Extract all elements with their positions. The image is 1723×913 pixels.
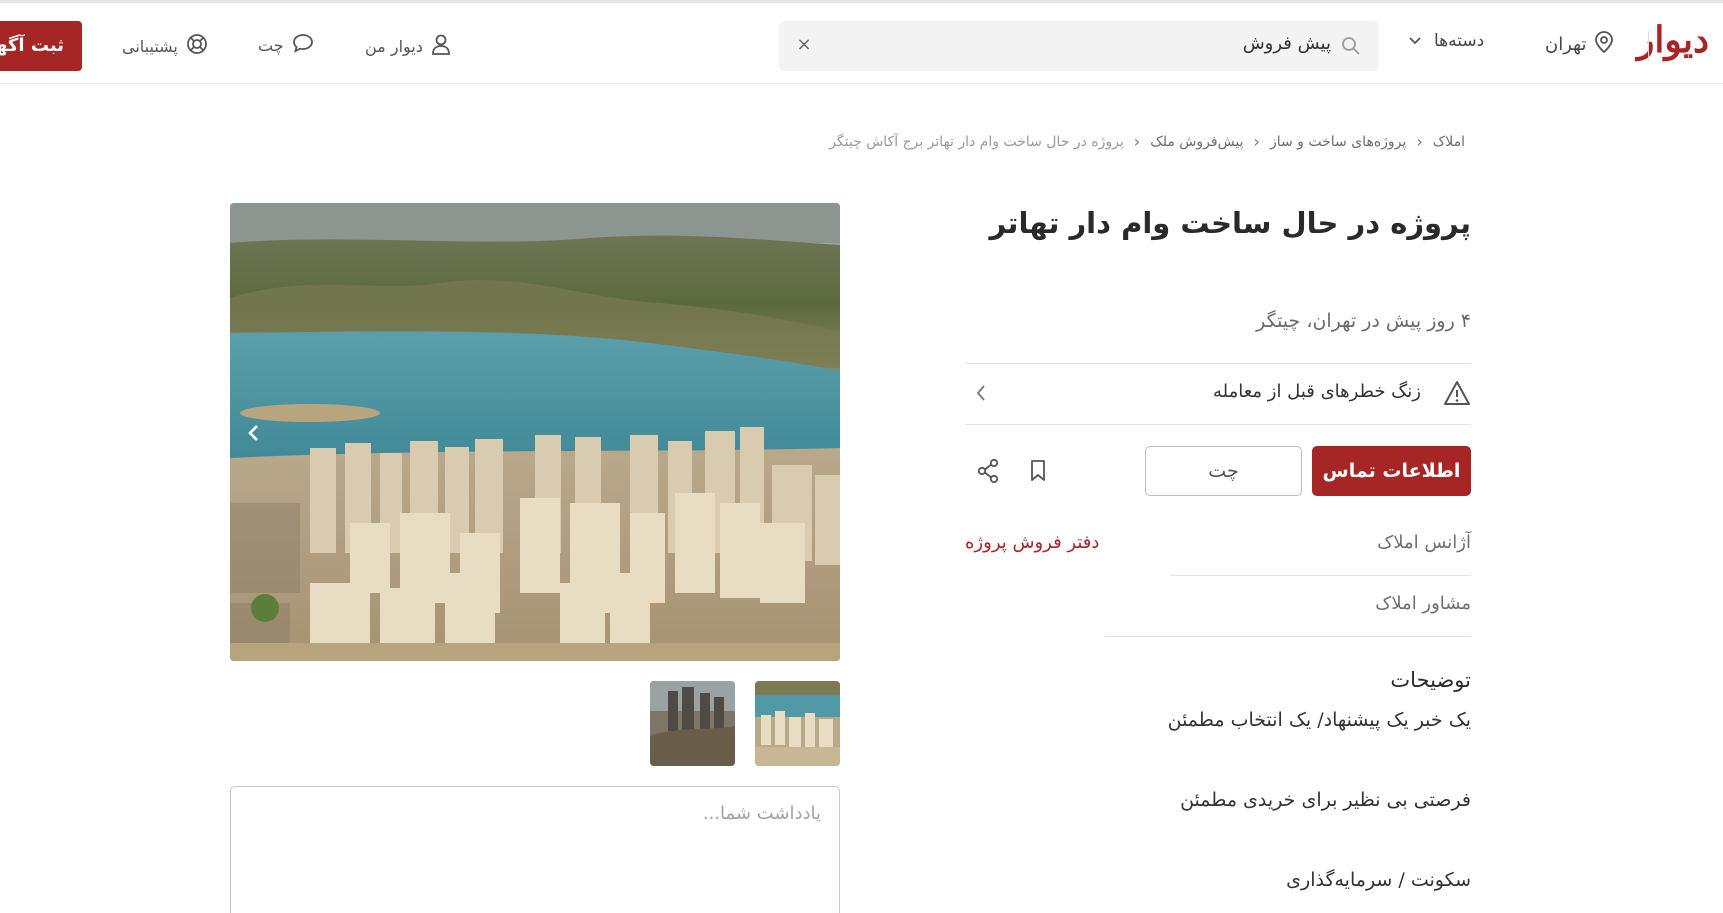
- note-textarea[interactable]: [231, 787, 839, 913]
- row-divider: [1105, 636, 1471, 637]
- clear-search-button[interactable]: ×: [791, 32, 817, 58]
- agency-label: آژانس املاک: [1377, 532, 1471, 553]
- my-divar-label: دیوار من: [365, 36, 423, 56]
- support-link[interactable]: پشتیبانی: [122, 33, 208, 59]
- chevron-left-icon: ‹: [1253, 132, 1260, 151]
- lifebuoy-icon: [186, 33, 208, 59]
- chat-button[interactable]: چت: [1145, 446, 1302, 496]
- header-divider: [1648, 31, 1649, 61]
- safety-warning-label: زنگ خطرهای قبل از معامله: [1212, 381, 1421, 402]
- chevron-down-icon: [1408, 31, 1422, 51]
- consultant-label: مشاور املاک: [1375, 593, 1471, 614]
- search-icon: [1341, 36, 1361, 60]
- consultant-row: مشاور املاک: [965, 577, 1471, 637]
- top-header: دیوار تهران دسته‌ها پیش فروش × دیوار من …: [0, 0, 1723, 84]
- chat-link[interactable]: چت: [258, 33, 314, 57]
- share-icon[interactable]: [976, 458, 1000, 488]
- chevron-left-icon: [975, 384, 987, 406]
- agency-row: آژانس املاک دفتر فروش پروژه: [965, 516, 1471, 576]
- city-label: تهران: [1545, 34, 1587, 55]
- categories-label: دسته‌ها: [1434, 31, 1485, 51]
- gallery-next-arrow[interactable]: [242, 418, 266, 448]
- description-title: توضیحات: [1390, 668, 1471, 692]
- my-divar-link[interactable]: دیوار من: [365, 33, 451, 59]
- row-divider: [1170, 575, 1471, 576]
- search-input[interactable]: پیش فروش: [1243, 33, 1331, 54]
- breadcrumb-item-real-estate[interactable]: املاک: [1433, 134, 1465, 150]
- safety-warning-row[interactable]: زنگ خطرهای قبل از معامله: [965, 363, 1471, 425]
- description-line: سکونت / سرمایه‌گذاری: [1286, 869, 1471, 891]
- chat-bubble-icon: [292, 33, 314, 57]
- breadcrumb-current: پروژه در حال ساخت وام دار تهاتر برج آکاش…: [829, 133, 1124, 150]
- listing-title: پروژه در حال ساخت وام دار تهاتر: [989, 206, 1471, 240]
- post-ad-button[interactable]: ثبت آگهی: [0, 21, 82, 71]
- breadcrumb: املاک ‹ پروژه‌های ساخت و ساز ‹ پیش‌فروش …: [829, 132, 1465, 151]
- breadcrumb-item-presale[interactable]: پیش‌فروش ملک: [1150, 134, 1243, 150]
- categories-dropdown[interactable]: دسته‌ها: [1408, 31, 1484, 51]
- location-pin-icon: [1594, 31, 1614, 58]
- warning-triangle-icon: [1443, 380, 1471, 410]
- user-icon: [431, 33, 451, 59]
- bookmark-icon[interactable]: [1028, 459, 1048, 487]
- thumbnail-photo[interactable]: [755, 681, 840, 766]
- agency-value-link[interactable]: دفتر فروش پروژه: [965, 532, 1099, 553]
- support-label: پشتیبانی: [122, 36, 178, 56]
- listing-subtitle: ۴ روز پیش در تهران، چیتگر: [1256, 310, 1471, 332]
- city-selector[interactable]: تهران: [1545, 31, 1614, 58]
- contact-info-button[interactable]: اطلاعات تماس: [1312, 446, 1471, 496]
- breadcrumb-item-construction-projects[interactable]: پروژه‌های ساخت و ساز: [1270, 134, 1406, 150]
- chevron-left-icon: ‹: [1416, 132, 1423, 151]
- description-line: فرصتی بی نظیر برای خریدی مطمئن: [1180, 789, 1471, 811]
- chevron-left-icon: ‹: [1133, 132, 1141, 151]
- chat-label: چت: [258, 35, 284, 55]
- note-box: [230, 786, 840, 913]
- description-line: یک خبر یک پیشنهاد/ یک انتخاب مطمئن: [1167, 709, 1471, 731]
- search-bar[interactable]: پیش فروش ×: [779, 21, 1379, 71]
- thumbnail-photo[interactable]: [650, 681, 735, 766]
- main-listing-photo[interactable]: [230, 203, 840, 661]
